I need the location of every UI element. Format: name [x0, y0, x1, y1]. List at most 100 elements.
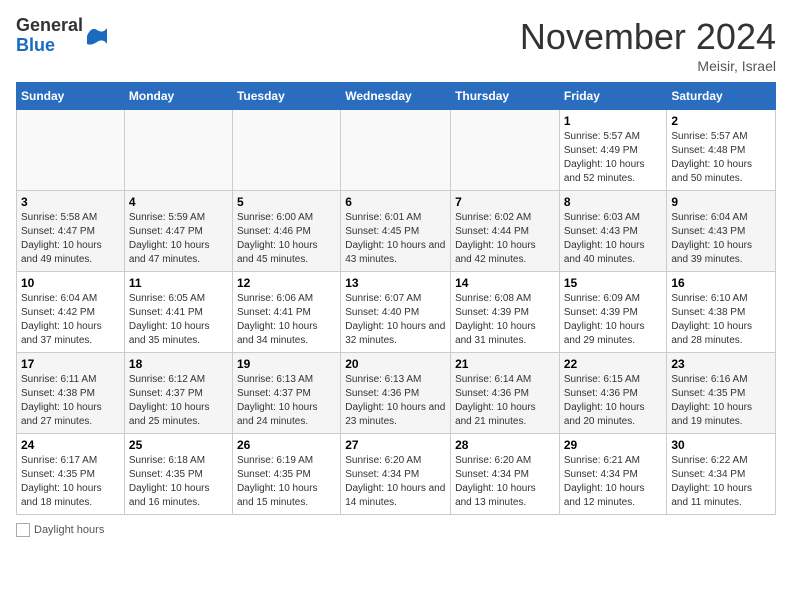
day-info: Sunrise: 6:12 AM Sunset: 4:37 PM Dayligh… [129, 373, 228, 429]
calendar-cell: 30Sunrise: 6:22 AM Sunset: 4:34 PM Dayli… [667, 434, 776, 515]
day-number: 13 [345, 276, 446, 290]
day-info: Sunrise: 6:14 AM Sunset: 4:36 PM Dayligh… [455, 373, 555, 429]
calendar-week-row: 24 Sunrise: 6:17 AM Sunset: 4:35 PM Dayli… [17, 434, 776, 515]
logo-general-text: General [16, 16, 83, 36]
day-number: 6 [345, 195, 446, 209]
day-info: Sunrise: 5:57 AM Sunset: 4:48 PM Dayligh… [671, 130, 771, 186]
day-number: 19 [237, 357, 336, 371]
day-info: Sunrise: 6:13 AM Sunset: 4:37 PM Dayligh… [237, 373, 336, 429]
calendar-cell [451, 110, 560, 191]
calendar-cell: 13 Sunrise: 6:07 AM Sunset: 4:40 PM Dayli… [341, 272, 451, 353]
calendar-cell: 25Sunrise: 6:18 AM Sunset: 4:35 PM Dayli… [124, 434, 232, 515]
calendar-cell [17, 110, 125, 191]
calendar-day-header: Saturday [667, 83, 776, 110]
day-number: 3 [21, 195, 120, 209]
day-number: 1 [564, 114, 663, 128]
calendar-cell: 27 Sunrise: 6:20 AM Sunset: 4:34 PM Dayli… [341, 434, 451, 515]
calendar-week-row: 10Sunrise: 6:04 AM Sunset: 4:42 PM Dayli… [17, 272, 776, 353]
day-info: Sunrise: 6:08 AM Sunset: 4:39 PM Dayligh… [455, 292, 555, 348]
calendar-cell: 2 Sunrise: 5:57 AM Sunset: 4:48 PM Daylig… [667, 110, 776, 191]
calendar-cell [232, 110, 340, 191]
calendar-day-header: Tuesday [232, 83, 340, 110]
calendar-cell: 11 Sunrise: 6:05 AM Sunset: 4:41 PM Dayli… [124, 272, 232, 353]
daylight-label: Daylight hours [34, 524, 104, 536]
day-info: Sunrise: 6:13 AM Sunset: 4:36 PM Dayligh… [345, 373, 446, 429]
day-number: 23 [671, 357, 771, 371]
day-info: Sunrise: 6:16 AM Sunset: 4:35 PM Dayligh… [671, 373, 771, 429]
calendar-cell: 7 Sunrise: 6:02 AM Sunset: 4:44 PM Daylig… [451, 191, 560, 272]
day-info: Sunrise: 6:11 AM Sunset: 4:38 PM Dayligh… [21, 373, 120, 429]
title-section: November 2024 Meisir, Israel [520, 16, 776, 74]
day-number: 28 [455, 438, 555, 452]
calendar-cell: 16 Sunrise: 6:10 AM Sunset: 4:38 PM Dayli… [667, 272, 776, 353]
calendar-day-header: Wednesday [341, 83, 451, 110]
day-info: Sunrise: 6:20 AM Sunset: 4:34 PM Dayligh… [345, 454, 446, 510]
day-info: Sunrise: 6:19 AM Sunset: 4:35 PM Dayligh… [237, 454, 336, 510]
month-title: November 2024 [520, 16, 776, 58]
day-number: 11 [129, 276, 228, 290]
calendar-cell: 22Sunrise: 6:15 AM Sunset: 4:36 PM Dayli… [559, 353, 667, 434]
day-info: Sunrise: 5:58 AM Sunset: 4:47 PM Dayligh… [21, 211, 120, 267]
calendar-cell: 23 Sunrise: 6:16 AM Sunset: 4:35 PM Dayli… [667, 353, 776, 434]
day-info: Sunrise: 6:02 AM Sunset: 4:44 PM Dayligh… [455, 211, 555, 267]
day-info: Sunrise: 6:15 AM Sunset: 4:36 PM Dayligh… [564, 373, 663, 429]
day-number: 12 [237, 276, 336, 290]
calendar-cell: 5 Sunrise: 6:00 AM Sunset: 4:46 PM Daylig… [232, 191, 340, 272]
day-info: Sunrise: 6:03 AM Sunset: 4:43 PM Dayligh… [564, 211, 663, 267]
calendar-footer: Daylight hours [16, 523, 776, 537]
calendar-cell: 8 Sunrise: 6:03 AM Sunset: 4:43 PM Daylig… [559, 191, 667, 272]
day-info: Sunrise: 6:09 AM Sunset: 4:39 PM Dayligh… [564, 292, 663, 348]
day-info: Sunrise: 6:00 AM Sunset: 4:46 PM Dayligh… [237, 211, 336, 267]
calendar-week-row: 17 Sunrise: 6:11 AM Sunset: 4:38 PM Dayli… [17, 353, 776, 434]
day-number: 4 [129, 195, 228, 209]
calendar-cell: 21 Sunrise: 6:14 AM Sunset: 4:36 PM Dayli… [451, 353, 560, 434]
calendar-cell: 20 Sunrise: 6:13 AM Sunset: 4:36 PM Dayli… [341, 353, 451, 434]
day-number: 7 [455, 195, 555, 209]
calendar-cell: 6 Sunrise: 6:01 AM Sunset: 4:45 PM Daylig… [341, 191, 451, 272]
calendar-cell: 17 Sunrise: 6:11 AM Sunset: 4:38 PM Dayli… [17, 353, 125, 434]
day-info: Sunrise: 6:05 AM Sunset: 4:41 PM Dayligh… [129, 292, 228, 348]
day-info: Sunrise: 5:59 AM Sunset: 4:47 PM Dayligh… [129, 211, 228, 267]
day-number: 10 [21, 276, 120, 290]
day-number: 17 [21, 357, 120, 371]
calendar-day-header: Friday [559, 83, 667, 110]
day-number: 9 [671, 195, 771, 209]
calendar-cell: 9 Sunrise: 6:04 AM Sunset: 4:43 PM Daylig… [667, 191, 776, 272]
day-info: Sunrise: 6:01 AM Sunset: 4:45 PM Dayligh… [345, 211, 446, 267]
page-header: General Blue November 2024 Meisir, Israe… [16, 16, 776, 74]
calendar-cell: 18 Sunrise: 6:12 AM Sunset: 4:37 PM Dayli… [124, 353, 232, 434]
day-number: 5 [237, 195, 336, 209]
calendar-cell: 12Sunrise: 6:06 AM Sunset: 4:41 PM Dayli… [232, 272, 340, 353]
calendar-cell: 26 Sunrise: 6:19 AM Sunset: 4:35 PM Dayli… [232, 434, 340, 515]
day-number: 8 [564, 195, 663, 209]
logo: General Blue [16, 16, 109, 56]
calendar-cell: 29 Sunrise: 6:21 AM Sunset: 4:34 PM Dayli… [559, 434, 667, 515]
day-number: 24 [21, 438, 120, 452]
day-info: Sunrise: 6:21 AM Sunset: 4:34 PM Dayligh… [564, 454, 663, 510]
day-info: Sunrise: 6:18 AM Sunset: 4:35 PM Dayligh… [129, 454, 228, 510]
logo-icon [85, 24, 109, 48]
day-info: Sunrise: 6:22 AM Sunset: 4:34 PM Dayligh… [671, 454, 771, 510]
calendar-header-row: SundayMondayTuesdayWednesdayThursdayFrid… [17, 83, 776, 110]
day-info: Sunrise: 5:57 AM Sunset: 4:49 PM Dayligh… [564, 130, 663, 186]
day-number: 26 [237, 438, 336, 452]
location: Meisir, Israel [520, 58, 776, 74]
calendar-table: SundayMondayTuesdayWednesdayThursdayFrid… [16, 82, 776, 515]
day-info: Sunrise: 6:07 AM Sunset: 4:40 PM Dayligh… [345, 292, 446, 348]
day-number: 2 [671, 114, 771, 128]
calendar-cell: 15Sunrise: 6:09 AM Sunset: 4:39 PM Dayli… [559, 272, 667, 353]
day-info: Sunrise: 6:10 AM Sunset: 4:38 PM Dayligh… [671, 292, 771, 348]
day-info: Sunrise: 6:04 AM Sunset: 4:43 PM Dayligh… [671, 211, 771, 267]
calendar-cell: 1 Sunrise: 5:57 AM Sunset: 4:49 PM Daylig… [559, 110, 667, 191]
day-number: 27 [345, 438, 446, 452]
day-number: 21 [455, 357, 555, 371]
day-number: 14 [455, 276, 555, 290]
calendar-cell: 14 Sunrise: 6:08 AM Sunset: 4:39 PM Dayli… [451, 272, 560, 353]
day-number: 18 [129, 357, 228, 371]
calendar-day-header: Sunday [17, 83, 125, 110]
day-number: 29 [564, 438, 663, 452]
calendar-cell [341, 110, 451, 191]
day-info: Sunrise: 6:17 AM Sunset: 4:35 PM Dayligh… [21, 454, 120, 510]
day-number: 20 [345, 357, 446, 371]
day-number: 16 [671, 276, 771, 290]
